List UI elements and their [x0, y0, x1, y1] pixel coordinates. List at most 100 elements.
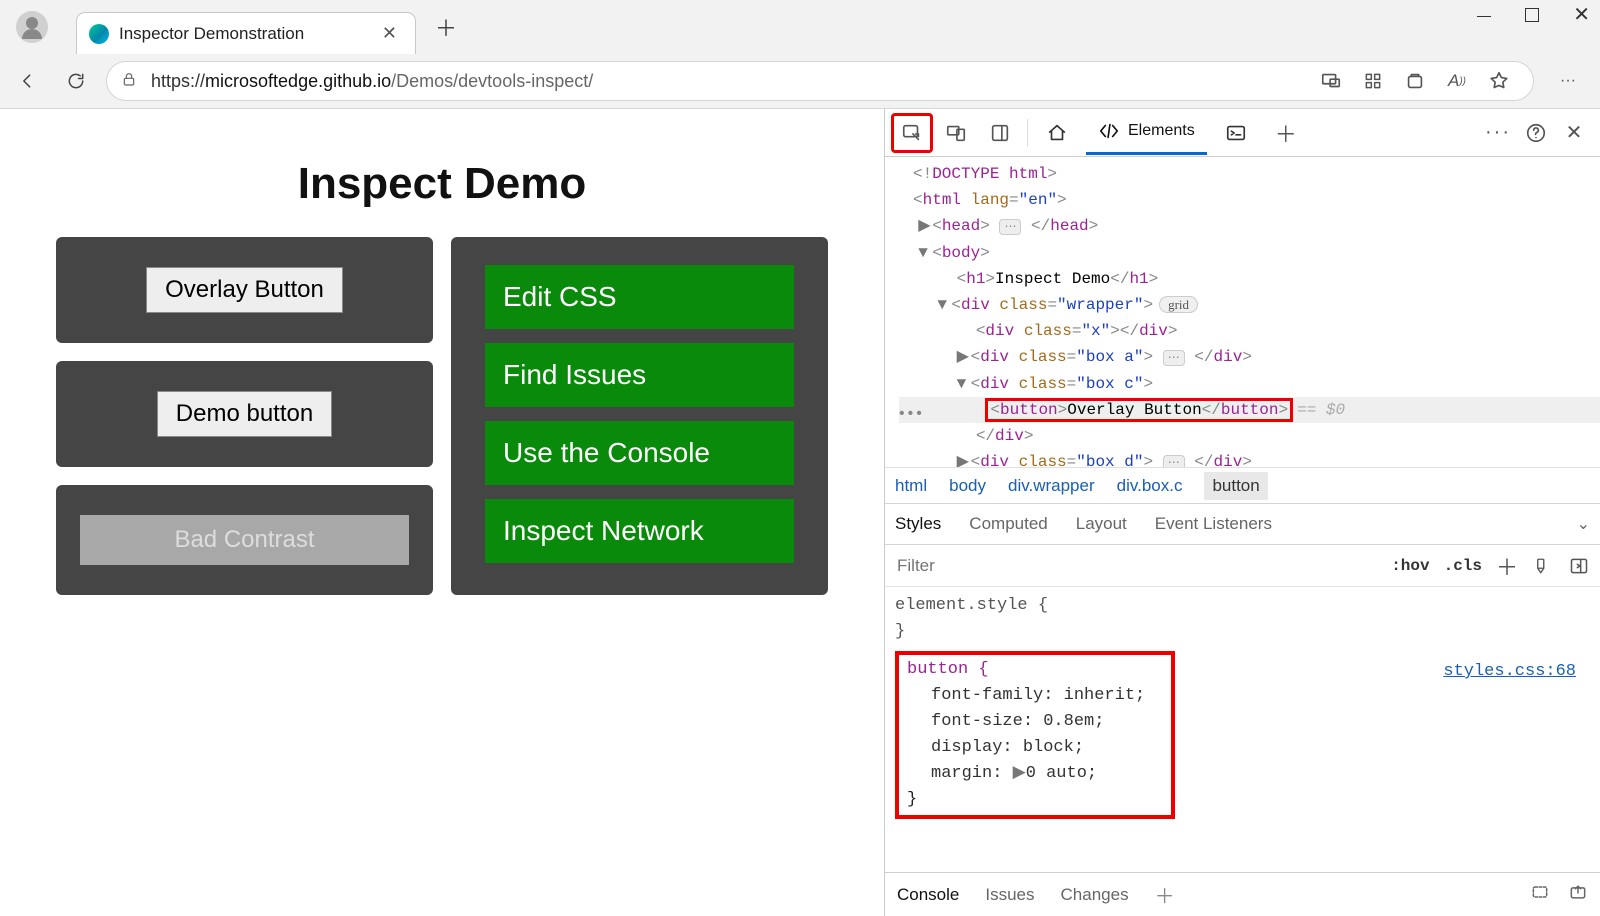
edge-favicon: [89, 24, 109, 44]
link-find-issues[interactable]: Find Issues: [485, 343, 794, 407]
link-inspect-network[interactable]: Inspect Network: [485, 499, 794, 563]
drawer-changes[interactable]: Changes: [1061, 885, 1129, 905]
dom-box-a[interactable]: ▶<div class="box a"> ⋯ </div>: [899, 344, 1600, 371]
favorite-icon[interactable]: [1487, 69, 1511, 93]
dom-tree[interactable]: <!DOCTYPE html> <html lang="en"> ▶<head>…: [885, 157, 1600, 467]
styles-filter-input[interactable]: [895, 555, 1377, 577]
box-overlay: Overlay Button: [56, 237, 433, 343]
tab-computed[interactable]: Computed: [969, 514, 1047, 534]
crumb-box-c[interactable]: div.box.c: [1117, 476, 1183, 496]
tab-styles[interactable]: Styles: [895, 514, 941, 534]
address-bar[interactable]: https://microsoftedge.github.io/Demos/de…: [106, 61, 1534, 101]
back-button[interactable]: [10, 63, 46, 99]
grid-badge[interactable]: grid: [1159, 296, 1198, 313]
tab-console-icon[interactable]: [1213, 112, 1259, 154]
dom-selected-button[interactable]: ••• <button>Overlay Button</button>== $0: [899, 397, 1600, 423]
demo-grid: Overlay Button Edit CSS Find Issues Use …: [20, 237, 864, 595]
screen-cast-icon[interactable]: [1319, 69, 1343, 93]
content-area: Inspect Demo Overlay Button Edit CSS Fin…: [0, 109, 1600, 916]
devtools-panel: Elements ＋ ··· ✕ <!DOCTYPE html> <html l…: [884, 109, 1600, 916]
page-heading: Inspect Demo: [20, 159, 864, 209]
link-use-console[interactable]: Use the Console: [485, 421, 794, 485]
crumb-wrapper[interactable]: div.wrapper: [1008, 476, 1095, 496]
toolbar-icons: A)): [1319, 69, 1519, 93]
cls-toggle[interactable]: .cls: [1444, 557, 1482, 575]
devtools-toolbar: Elements ＋ ··· ✕: [885, 109, 1600, 157]
dom-head[interactable]: ▶<head> ⋯ </head>: [899, 213, 1600, 240]
collections-icon[interactable]: [1403, 69, 1427, 93]
dom-body[interactable]: ▼<body>: [899, 240, 1600, 266]
settings-menu-button[interactable]: ···: [1560, 72, 1576, 90]
tab-event-listeners[interactable]: Event Listeners: [1155, 514, 1272, 534]
crumb-html[interactable]: html: [895, 476, 927, 496]
box-demo: Demo button: [56, 361, 433, 467]
dom-doctype[interactable]: <!DOCTYPE html>: [899, 161, 1600, 187]
dom-x[interactable]: <div class="x"></div>: [899, 318, 1600, 344]
dom-wrapper[interactable]: ▼<div class="wrapper">grid: [899, 292, 1600, 318]
box-bad-contrast: Bad Contrast: [56, 485, 433, 595]
close-window-button[interactable]: ✕: [1573, 8, 1590, 24]
drawer-add-tab[interactable]: ＋: [1155, 880, 1175, 909]
url-scheme: https://: [151, 71, 205, 92]
devtools-drawer: Console Issues Changes ＋: [885, 872, 1600, 916]
browser-chrome: Inspector Demonstration ✕ ＋ ✕ https://mi…: [0, 0, 1600, 109]
close-devtools-button[interactable]: ✕: [1562, 121, 1586, 145]
dom-breadcrumb: html body div.wrapper div.box.c button: [885, 467, 1600, 503]
devtools-toolbar-right: ··· ✕: [1486, 121, 1594, 145]
new-style-rule-button[interactable]: ＋: [1496, 555, 1518, 577]
link-edit-css[interactable]: Edit CSS: [485, 265, 794, 329]
drawer-expand-icon[interactable]: [1530, 882, 1550, 907]
demo-button[interactable]: Demo button: [157, 391, 332, 437]
help-button[interactable]: [1524, 121, 1548, 145]
dom-html[interactable]: <html lang="en">: [899, 187, 1600, 213]
styles-filter-row: :hov .cls ＋: [885, 545, 1600, 587]
tab-title: Inspector Demonstration: [119, 24, 378, 44]
device-toolbar-button[interactable]: [935, 113, 977, 153]
stylesheet-source-link[interactable]: styles.css:68: [1443, 659, 1576, 685]
page-viewport: Inspect Demo Overlay Button Edit CSS Fin…: [0, 109, 884, 916]
minimize-button[interactable]: [1477, 8, 1491, 24]
overlay-button[interactable]: Overlay Button: [146, 267, 343, 313]
styles-tabs-overflow[interactable]: ⌄: [1577, 514, 1590, 534]
bad-contrast-label[interactable]: Bad Contrast: [80, 515, 409, 565]
grid-apps-icon[interactable]: [1361, 69, 1385, 93]
dom-h1[interactable]: <h1>Inspect Demo</h1>: [899, 266, 1600, 292]
browser-tab-active[interactable]: Inspector Demonstration ✕: [76, 12, 416, 54]
dom-box-c-close[interactable]: </div>: [899, 423, 1600, 449]
more-tabs-button[interactable]: ＋: [1265, 113, 1307, 153]
devtools-tabs: Elements ＋: [1034, 110, 1307, 155]
tab-elements-label: Elements: [1128, 122, 1195, 140]
profile-avatar[interactable]: [16, 11, 48, 43]
hov-toggle[interactable]: :hov: [1391, 557, 1429, 575]
refresh-button[interactable]: [58, 63, 94, 99]
inspect-element-button[interactable]: [891, 113, 933, 153]
toolbar-separator: [1027, 119, 1028, 147]
drawer-console[interactable]: Console: [897, 885, 959, 905]
url-path: /Demos/devtools-inspect/: [391, 71, 593, 92]
box-links: Edit CSS Find Issues Use the Console Ins…: [451, 237, 828, 595]
toggle-sidebar-button[interactable]: [1568, 555, 1590, 577]
drawer-toggle-icon[interactable]: [1568, 882, 1588, 907]
tab-welcome[interactable]: [1034, 112, 1080, 154]
dock-side-button[interactable]: [979, 113, 1021, 153]
dom-box-c[interactable]: ▼<div class="box c">: [899, 371, 1600, 397]
dom-box-d[interactable]: ▶<div class="box d"> ⋯ </div>: [899, 449, 1600, 467]
crumb-button[interactable]: button: [1204, 472, 1267, 500]
styles-body[interactable]: element.style { } styles.css:68 button {…: [885, 587, 1600, 872]
rule-button[interactable]: button { font-family: inherit; font-size…: [895, 651, 1175, 819]
url-host: microsoftedge.github.io: [205, 71, 391, 92]
computed-styles-button[interactable]: [1532, 555, 1554, 577]
lock-icon: [121, 70, 137, 93]
tab-close-button[interactable]: ✕: [378, 19, 401, 48]
maximize-button[interactable]: [1525, 8, 1539, 22]
rule-element-style[interactable]: element.style { }: [895, 593, 1590, 645]
new-tab-button[interactable]: ＋: [426, 7, 466, 47]
tab-elements[interactable]: Elements: [1086, 110, 1207, 155]
crumb-body[interactable]: body: [949, 476, 986, 496]
tab-layout[interactable]: Layout: [1076, 514, 1127, 534]
address-bar-row: https://microsoftedge.github.io/Demos/de…: [0, 54, 1600, 108]
drawer-issues[interactable]: Issues: [985, 885, 1034, 905]
titlebar: Inspector Demonstration ✕ ＋ ✕: [0, 0, 1600, 54]
more-tools-button[interactable]: ···: [1486, 121, 1510, 145]
read-aloud-icon[interactable]: A)): [1445, 69, 1469, 93]
